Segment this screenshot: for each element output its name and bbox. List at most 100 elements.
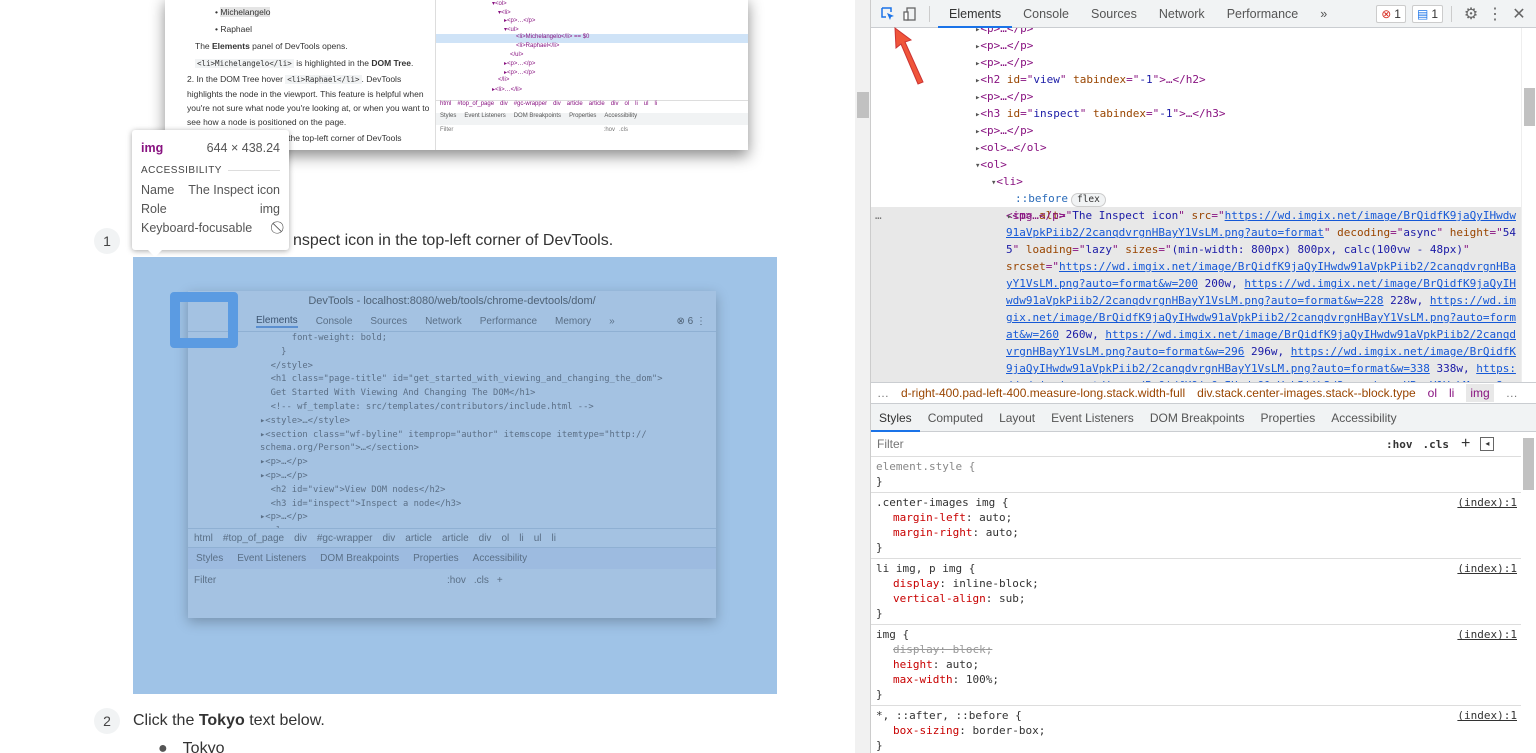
property-value[interactable]: block [953, 643, 986, 656]
url-link[interactable]: https://wd.imgix.net/image/BrQidfK9jaQyI… [1059, 260, 1516, 273]
device-toolbar-icon[interactable] [899, 3, 921, 25]
inspect-icon-image-highlighted[interactable]: DevTools - localhost:8080/web/tools/chro… [133, 257, 777, 694]
css-property[interactable]: display: block; [876, 642, 1516, 657]
url-link[interactable]: yY1VsLM.png?auto=format&w=200 [1006, 277, 1198, 290]
styles-tab-layout[interactable]: Layout [991, 404, 1043, 432]
property-value[interactable]: border-box [972, 724, 1038, 737]
img-node-line[interactable]: at&w=260 260w, https://wd.imgix.net/imag… [1006, 326, 1516, 343]
css-property[interactable]: vertical-align: sub; [876, 591, 1516, 606]
img-node-line[interactable]: srcset="https://wd.imgix.net/image/BrQid… [1006, 258, 1516, 275]
breadcrumb-item[interactable]: ol [1428, 386, 1437, 400]
breadcrumb-item[interactable]: … [877, 386, 889, 400]
source-link[interactable]: (index):1 [1457, 708, 1517, 723]
inspect-element-icon[interactable] [877, 3, 899, 25]
url-link[interactable]: https://wd.imgix.net/image/BrQidfK9jaQyI… [1244, 277, 1516, 290]
dom-node-line[interactable]: ▸<p>…</p> [975, 54, 1033, 71]
tab-sources[interactable]: Sources [1080, 0, 1148, 28]
img-node-line[interactable]: 5" loading="lazy" sizes="(min-width: 800… [1006, 241, 1470, 258]
img-node-line[interactable]: vrgnHBayY1VsLM.png?auto=format&w=296 296… [1006, 343, 1516, 360]
css-property[interactable]: max-width: 100%; [876, 672, 1516, 687]
property-name[interactable]: display [893, 577, 939, 590]
errors-badge[interactable]: ⊗ 1 [1376, 4, 1406, 23]
dom-node-line[interactable]: ▸<p>…</p> [975, 37, 1033, 54]
css-selector[interactable]: *, ::after, ::before { [876, 708, 1516, 723]
flex-badge[interactable]: flex [1070, 193, 1106, 207]
styles-tab-accessibility[interactable]: Accessibility [1323, 404, 1404, 432]
url-link[interactable]: https://wd.imgix.net/image/BrQidfK [1291, 345, 1516, 358]
property-name[interactable]: margin-right [893, 526, 972, 539]
css-property[interactable]: box-sizing: border-box; [876, 723, 1516, 738]
css-selector[interactable]: li img, p img { [876, 561, 1516, 576]
source-link[interactable]: (index):1 [1457, 627, 1517, 642]
tab-performance[interactable]: Performance [1216, 0, 1310, 28]
url-link[interactable]: vrgnHBayY1VsLM.png?auto=format&w=296 [1006, 345, 1244, 358]
property-name[interactable]: box-sizing [893, 724, 959, 737]
dom-node-line[interactable]: ▸<p>…</p> [975, 122, 1033, 139]
more-options-icon[interactable]: ⋮ [1484, 3, 1506, 25]
property-name[interactable]: height [893, 658, 933, 671]
css-property[interactable]: margin-left: auto; [876, 510, 1516, 525]
list-item-tokyo[interactable]: ● Tokyo [158, 740, 224, 753]
css-selector[interactable]: element.style { [876, 459, 1516, 474]
property-name[interactable]: margin-left [893, 511, 966, 524]
styles-scrollbar[interactable] [1521, 432, 1536, 753]
messages-badge[interactable]: ▤ 1 [1411, 4, 1443, 23]
img-node-line[interactable]: gix.net/image/BrQidfK9jaQyIHwdw91aVpkPii… [1006, 309, 1516, 326]
toggle-sidebar-icon[interactable]: ◂ [1480, 437, 1495, 451]
url-link[interactable]: https: [1476, 362, 1516, 375]
property-value[interactable]: sub [999, 592, 1019, 605]
breadcrumb-item[interactable]: d-right-400.pad-left-400.measure-long.st… [901, 386, 1185, 400]
new-rule-plus-icon[interactable]: + [1461, 435, 1470, 453]
dom-node-line[interactable]: ::before flex [1015, 190, 1106, 207]
breadcrumb-item[interactable]: div.stack.center-images.stack--block.typ… [1197, 386, 1416, 400]
selected-node-img[interactable]: … <img alt="The Inspect icon" src="https:… [871, 207, 1521, 382]
img-node-line[interactable]: <img alt="The Inspect icon" src="https:/… [1006, 207, 1516, 224]
styles-filter-input[interactable] [871, 433, 1376, 455]
property-value[interactable]: 100% [966, 673, 993, 686]
dom-node-line[interactable]: ▸<h2 id="view" tabindex="-1">…</h2> [975, 71, 1206, 88]
dom-node-line[interactable]: ▸<h3 id="inspect" tabindex="-1">…</h3> [975, 105, 1226, 122]
dom-node-line[interactable]: ▾<ol> [975, 156, 1007, 173]
cls-button[interactable]: .cls [1423, 438, 1450, 451]
css-selector[interactable]: img { [876, 627, 1516, 642]
styles-tab-computed[interactable]: Computed [920, 404, 991, 432]
dom-tree-scrollbar[interactable] [1521, 28, 1536, 382]
tab-[interactable]: » [1309, 0, 1338, 28]
property-value[interactable]: auto [979, 511, 1006, 524]
property-value[interactable]: auto [986, 526, 1013, 539]
tab-network[interactable]: Network [1148, 0, 1216, 28]
img-node-line[interactable]: 91aVpkPiib2/2canqdvrgnHBayY1VsLM.png?aut… [1006, 224, 1516, 241]
css-property[interactable]: height: auto; [876, 657, 1516, 672]
url-link[interactable]: gix.net/image/BrQidfK9jaQyIHwdw91aVpkPii… [1006, 311, 1516, 324]
url-link[interactable]: wdw91aVpkPiib2/2canqdvrgnHBayY1VsLM.png?… [1006, 294, 1384, 307]
styles-tab-properties[interactable]: Properties [1253, 404, 1324, 432]
dom-node-line[interactable]: ▸<p>…</p> [1007, 207, 1065, 224]
url-link[interactable]: https://wd.imgix.net/image/BrQidfK9jaQyI… [1225, 209, 1516, 222]
tokyo-text[interactable]: Tokyo [183, 740, 225, 753]
dom-node-line[interactable]: ▸<ol>…</ol> [975, 139, 1047, 156]
breadcrumb-item[interactable]: img [1466, 384, 1494, 402]
styles-tab-dom-breakpoints[interactable]: DOM Breakpoints [1142, 404, 1253, 432]
styles-tab-event-listeners[interactable]: Event Listeners [1043, 404, 1142, 432]
property-value[interactable]: inline-block [953, 577, 1032, 590]
property-name[interactable]: max-width [893, 673, 953, 686]
img-node-line[interactable]: 9jaQyIHwdw91aVpkPiib2/2canqdvrgnHBayY1Vs… [1006, 360, 1516, 377]
hov-button[interactable]: :hov [1386, 438, 1413, 451]
source-link[interactable]: (index):1 [1457, 495, 1517, 510]
css-property[interactable]: margin-right: auto; [876, 525, 1516, 540]
close-icon[interactable]: ✕ [1508, 3, 1530, 25]
img-node-line[interactable]: yY1VsLM.png?auto=format&w=200 200w, http… [1006, 275, 1516, 292]
property-name[interactable]: vertical-align [893, 592, 986, 605]
tab-console[interactable]: Console [1012, 0, 1080, 28]
dom-node-line[interactable]: ▾<li> [991, 173, 1023, 190]
dom-tree[interactable]: ▸<p>…</p> … <img alt="The Inspect icon" s… [871, 28, 1521, 382]
property-value[interactable]: auto [946, 658, 973, 671]
dom-node-line[interactable]: ▸<p>…</p> [975, 88, 1033, 105]
url-link[interactable]: https://wd.im [1430, 294, 1516, 307]
url-link[interactable]: 91aVpkPiib2/2canqdvrgnHBayY1VsLM.png?aut… [1006, 226, 1324, 239]
tab-elements[interactable]: Elements [938, 0, 1013, 28]
property-name[interactable]: display [893, 643, 939, 656]
source-link[interactable]: (index):1 [1457, 561, 1517, 576]
url-link[interactable]: https://wd.imgix.net/image/BrQidfK9jaQyI… [1105, 328, 1516, 341]
css-property[interactable]: display: inline-block; [876, 576, 1516, 591]
